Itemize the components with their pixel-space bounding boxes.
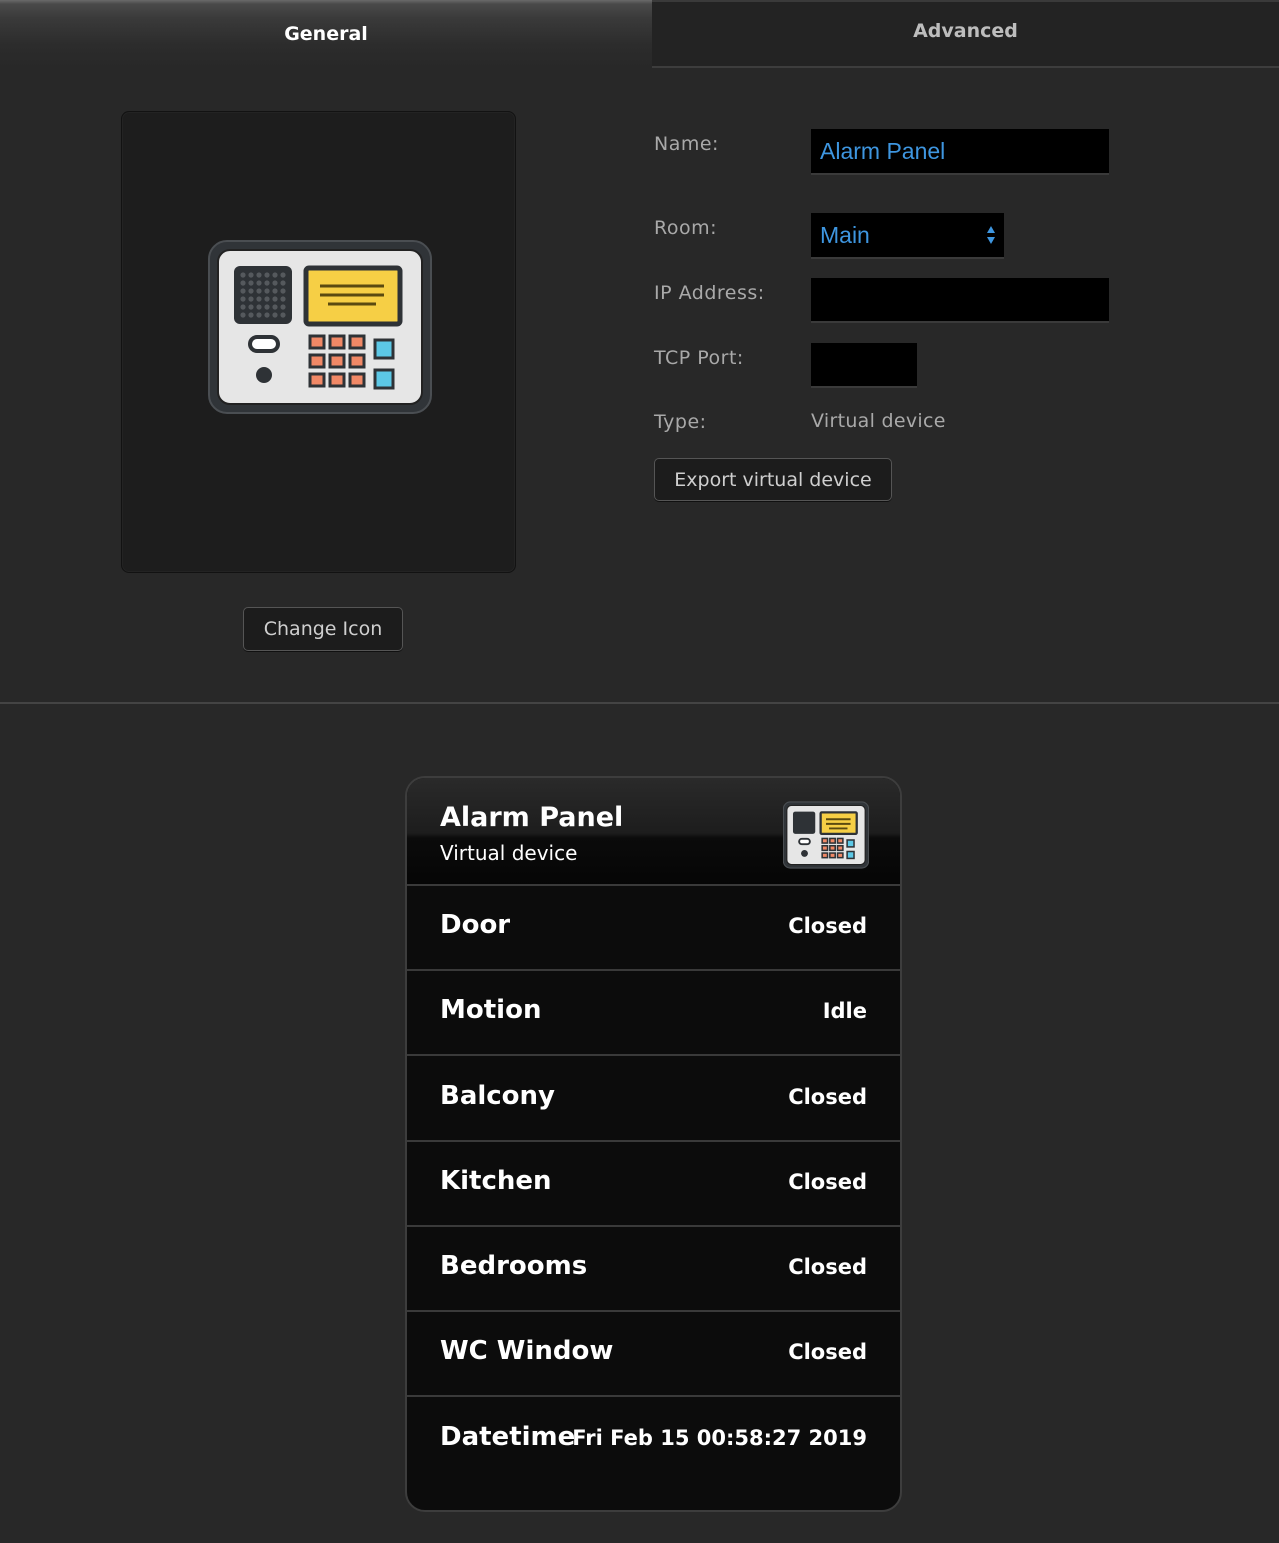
tab-advanced-label: Advanced — [913, 20, 1018, 42]
widget-row-door: Door Closed — [407, 886, 900, 971]
room-select-value: Main — [820, 221, 870, 248]
change-icon-button[interactable]: Change Icon — [243, 607, 403, 651]
select-arrows-icon — [987, 226, 995, 244]
widget-row-datetime: Datetime Fri Feb 15 00:58:27 2019 — [407, 1398, 900, 1483]
row-label: Kitchen — [440, 1166, 552, 1196]
tab-general[interactable]: General — [0, 0, 652, 68]
widget-row-motion: Motion Idle — [407, 971, 900, 1056]
name-input-value: Alarm Panel — [820, 137, 946, 164]
widget-row-balcony: Balcony Closed — [407, 1057, 900, 1142]
row-label: Bedrooms — [440, 1251, 588, 1281]
ip-address-label: IP Address: — [654, 282, 765, 304]
alarm-panel-icon — [208, 240, 432, 414]
name-input[interactable]: Alarm Panel — [811, 129, 1109, 175]
row-label: Motion — [440, 995, 542, 1025]
tcp-port-input[interactable] — [811, 343, 917, 388]
row-value: Closed — [788, 1255, 867, 1279]
row-value: Closed — [788, 1170, 867, 1194]
row-value: Closed — [788, 914, 867, 938]
widget-row-bedrooms: Bedrooms Closed — [407, 1227, 900, 1312]
tab-general-label: General — [284, 23, 368, 45]
row-value: Idle — [822, 999, 867, 1023]
row-label: Datetime — [440, 1422, 576, 1452]
alarm-panel-small-icon — [783, 801, 869, 869]
type-label: Type: — [654, 411, 707, 433]
type-value: Virtual device — [811, 410, 946, 432]
row-value: Closed — [788, 1340, 867, 1364]
row-value: Closed — [788, 1085, 867, 1109]
widget-row-wc-window: WC Window Closed — [407, 1312, 900, 1397]
room-label: Room: — [654, 217, 718, 239]
row-label: Balcony — [440, 1081, 556, 1111]
widget-title: Alarm Panel — [440, 802, 624, 833]
ip-address-input[interactable] — [811, 278, 1109, 323]
room-select[interactable]: Main — [811, 213, 1004, 259]
tcp-port-label: TCP Port: — [654, 347, 744, 369]
name-label: Name: — [654, 133, 719, 155]
icon-preview — [121, 111, 516, 573]
row-label: Door — [440, 910, 511, 940]
export-virtual-device-button[interactable]: Export virtual device — [654, 458, 892, 501]
device-widget-card: Alarm Panel Virtual device Door Closed M… — [405, 776, 902, 1512]
tab-advanced[interactable]: Advanced — [652, 0, 1279, 68]
tab-bar: General Advanced — [0, 0, 1279, 68]
widget-header: Alarm Panel Virtual device — [407, 778, 900, 886]
row-value: Fri Feb 15 00:58:27 2019 — [572, 1426, 867, 1450]
section-divider — [0, 702, 1279, 704]
widget-subtitle: Virtual device — [440, 841, 578, 865]
row-label: WC Window — [440, 1336, 614, 1366]
widget-row-kitchen: Kitchen Closed — [407, 1142, 900, 1227]
